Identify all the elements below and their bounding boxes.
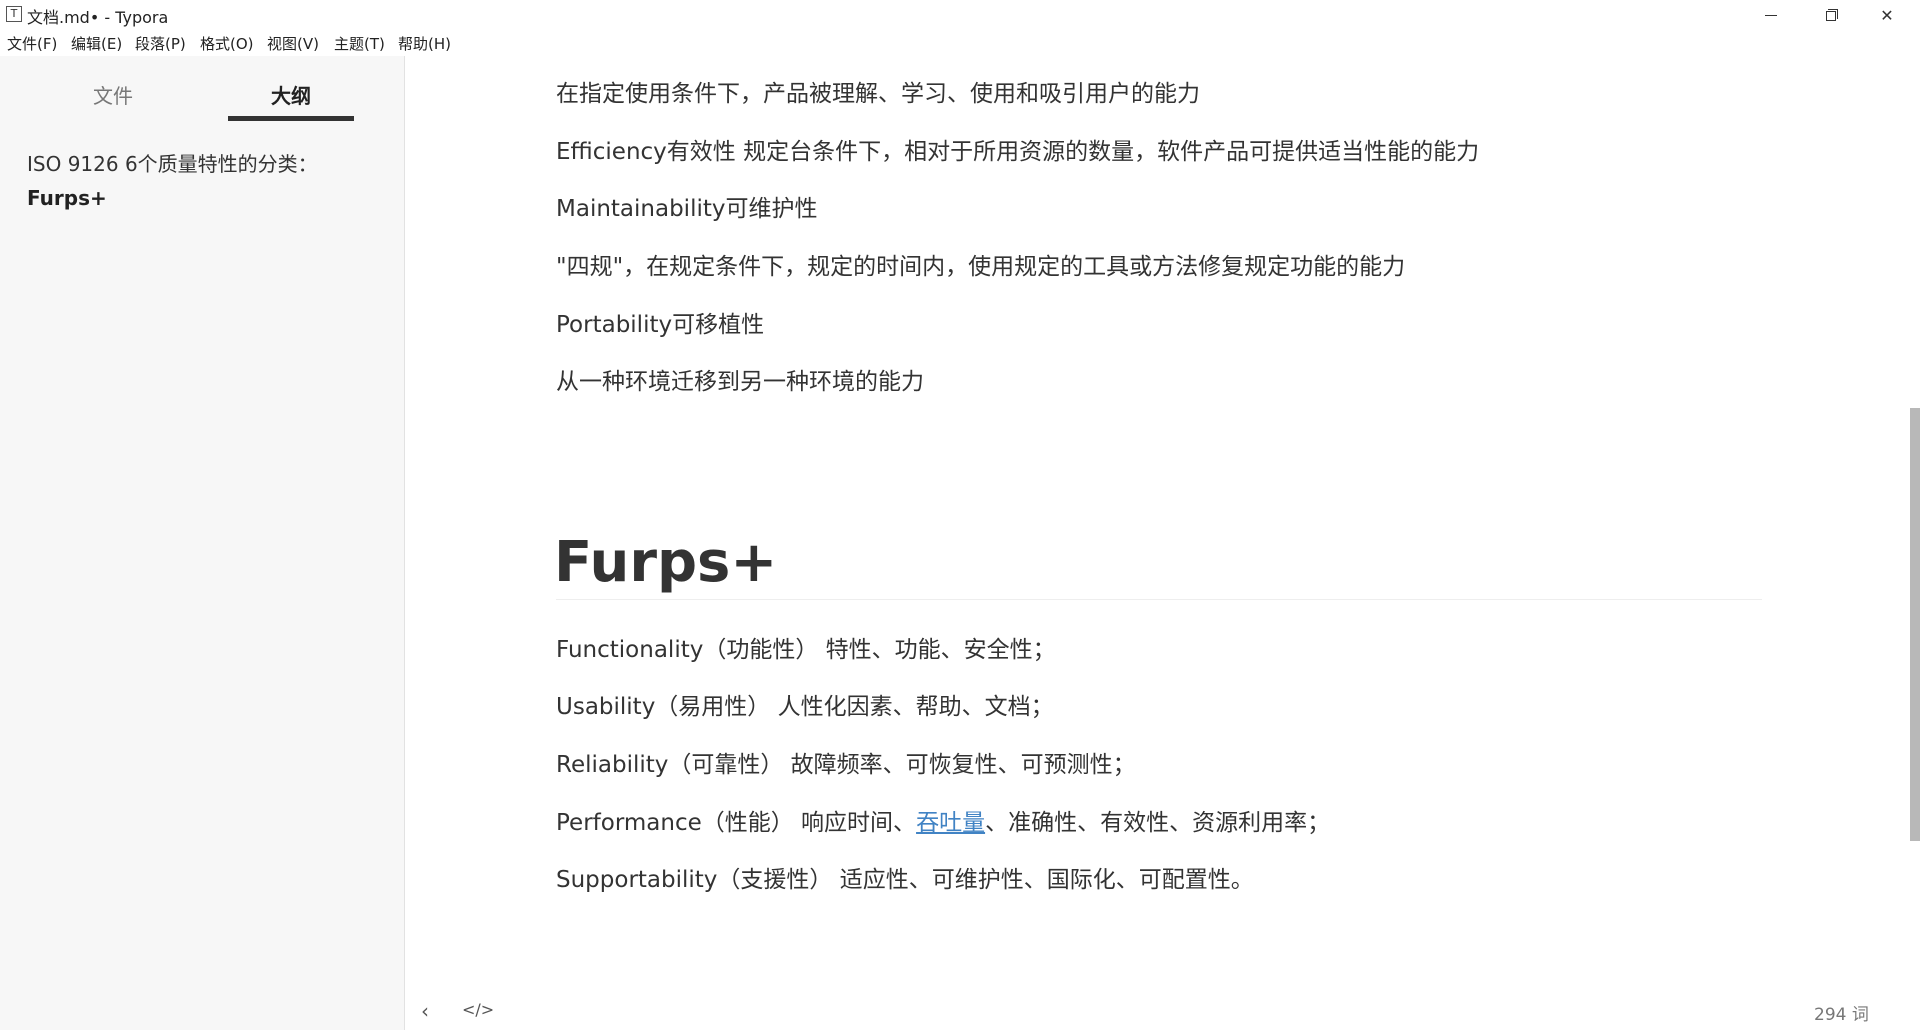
outline-item-furps[interactable]: Furps+: [27, 186, 107, 210]
tab-files[interactable]: 文件: [50, 80, 176, 109]
sidebar: 文件 大纲 ISO 9126 6个质量特性的分类： Furps+: [0, 56, 405, 1030]
title-bar: T 文档.md• - Typora ✕: [0, 0, 1920, 30]
chevron-left-icon[interactable]: ‹: [421, 999, 429, 1023]
paragraph[interactable]: Supportability（支援性） 适应性、可维护性、国际化、可配置性。: [556, 860, 1254, 894]
typora-app-icon: T: [6, 6, 22, 22]
performance-text-rest: 、准确性、有效性、资源利用率；: [985, 810, 1331, 836]
menu-bar: 文件(F) 编辑(E) 段落(P) 格式(O) 视图(V) 主题(T) 帮助(H…: [0, 30, 1920, 56]
tab-outline[interactable]: 大纲: [228, 80, 354, 109]
paragraph[interactable]: Functionality（功能性） 特性、功能、安全性；: [556, 630, 1056, 664]
paragraph[interactable]: Usability（易用性） 人性化因素、帮助、文档；: [556, 687, 1054, 721]
code-icon[interactable]: </>: [462, 1000, 494, 1019]
word-count[interactable]: 294 词: [1814, 1000, 1869, 1025]
paragraph[interactable]: 在指定使用条件下，产品被理解、学习、使用和吸引用户的能力: [556, 74, 1200, 108]
close-button[interactable]: ✕: [1858, 0, 1916, 30]
paragraph[interactable]: Maintainability可维护性: [556, 189, 817, 223]
paragraph[interactable]: "四规"，在规定条件下，规定的时间内，使用规定的工具或方法修复规定功能的能力: [556, 247, 1405, 281]
menu-format[interactable]: 格式(O): [200, 33, 254, 54]
menu-view[interactable]: 视图(V): [267, 33, 319, 54]
heading-furps[interactable]: Furps+: [554, 530, 777, 595]
outline-item-iso9126[interactable]: ISO 9126 6个质量特性的分类：: [27, 148, 318, 177]
menu-file[interactable]: 文件(F): [7, 33, 57, 54]
heading-divider: [556, 599, 1762, 600]
scrollbar-thumb[interactable]: [1910, 408, 1920, 841]
menu-paragraph[interactable]: 段落(P): [135, 33, 186, 54]
menu-edit[interactable]: 编辑(E): [71, 33, 122, 54]
menu-help[interactable]: 帮助(H): [398, 33, 451, 54]
active-tab-indicator: [228, 116, 354, 121]
window-title: 文档.md• - Typora: [27, 8, 169, 27]
paragraph[interactable]: Efficiency有效性 规定台条件下，相对于所用资源的数量，软件产品可提供适…: [556, 132, 1479, 166]
menu-theme[interactable]: 主题(T): [334, 33, 385, 54]
performance-text: Performance（性能） 响应时间、: [556, 810, 917, 836]
restore-button[interactable]: [1800, 0, 1858, 30]
paragraph[interactable]: 从一种环境迁移到另一种环境的能力: [556, 362, 924, 396]
minimize-icon: [1765, 14, 1777, 16]
minimize-button[interactable]: [1742, 0, 1800, 30]
paragraph[interactable]: Reliability（可靠性） 故障频率、可恢复性、可预测性；: [556, 745, 1136, 779]
editor-pane[interactable]: 在指定使用条件下，产品被理解、学习、使用和吸引用户的能力 Efficiency有…: [406, 56, 1920, 1030]
paragraph[interactable]: Portability可移植性: [556, 305, 764, 339]
paragraph-performance[interactable]: Performance（性能） 响应时间、吞吐量、准确性、有效性、资源利用率；: [556, 803, 1330, 837]
close-icon: ✕: [1880, 5, 1894, 25]
throughput-link[interactable]: 吞吐量: [916, 810, 985, 836]
